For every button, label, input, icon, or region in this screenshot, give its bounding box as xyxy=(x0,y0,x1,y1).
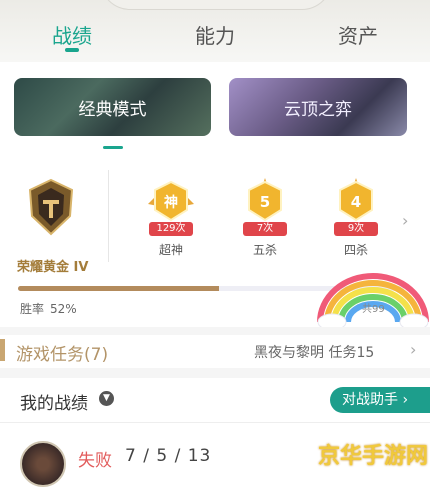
tab-record[interactable]: 战绩 xyxy=(52,20,92,49)
mode-classic-label: 经典模式 xyxy=(78,99,147,120)
legendary-badge-icon: 神 xyxy=(148,180,194,222)
watermark: 京华手游网 xyxy=(318,444,429,469)
quadra-badge-char: 4 xyxy=(351,193,361,211)
battle-helper-button[interactable]: 对战助手 › xyxy=(330,387,430,413)
mode-classic-card[interactable]: 经典模式 xyxy=(14,78,211,136)
tab-indicator xyxy=(65,48,79,52)
badge-penta-label: 五杀 xyxy=(253,243,278,257)
match-kda: 7 / 5 / 13 xyxy=(125,446,212,466)
mode-indicator xyxy=(103,146,123,149)
quadra-badge-icon: 4 xyxy=(339,178,373,222)
rank-emblem-icon xyxy=(28,178,74,236)
legendary-badge-char: 神 xyxy=(164,194,178,211)
badge-penta-count: 7次 xyxy=(243,222,287,236)
winrate: 胜率 52% xyxy=(20,300,77,317)
my-record-title: 我的战绩 xyxy=(20,394,88,414)
chevron-right-icon: › xyxy=(398,392,409,408)
tab-assets[interactable]: 资产 xyxy=(338,20,378,49)
chevron-right-icon[interactable]: › xyxy=(410,340,416,359)
rainbow-overlay-text: 共99 xyxy=(362,304,385,315)
badge-quadra-label: 四杀 xyxy=(344,243,369,257)
battle-helper-label: 对战助手 xyxy=(342,392,398,408)
divider xyxy=(0,422,430,423)
mode-tft-card[interactable]: 云顶之弈 xyxy=(229,78,407,136)
tab-ability[interactable]: 能力 xyxy=(195,20,235,49)
divider xyxy=(108,170,109,262)
rank-label: 荣耀黄金 IV xyxy=(17,260,89,275)
header-pill xyxy=(100,0,332,10)
mode-tft-label: 云顶之弈 xyxy=(284,99,352,120)
winrate-bar-fill xyxy=(18,286,219,291)
dropdown-icon[interactable]: ▼ xyxy=(99,391,114,406)
winrate-label: 胜率 xyxy=(20,302,45,316)
section-gap xyxy=(0,368,430,378)
badge-quadra[interactable]: 4 9次 xyxy=(331,178,381,236)
badge-quadra-count: 9次 xyxy=(334,222,378,236)
task-title: 游戏任务(7) xyxy=(16,345,109,365)
badge-penta[interactable]: 5 7次 xyxy=(240,178,290,236)
task-right-text[interactable]: 黑夜与黎明 任务15 xyxy=(254,342,374,362)
penta-badge-icon: 5 xyxy=(248,178,282,222)
penta-badge-char: 5 xyxy=(260,193,270,211)
avatar[interactable] xyxy=(20,441,66,487)
top-header: 战绩 能力 资产 xyxy=(0,0,430,62)
task-accent xyxy=(0,339,5,361)
winrate-value: 52% xyxy=(50,302,77,316)
badge-legendary-label: 超神 xyxy=(159,243,184,257)
match-result: 失败 xyxy=(78,451,112,471)
badge-legendary-count: 129次 xyxy=(149,222,193,236)
section-gap xyxy=(0,327,430,335)
chevron-right-icon[interactable]: › xyxy=(402,211,408,230)
badge-legendary[interactable]: 神 129次 xyxy=(146,178,196,236)
